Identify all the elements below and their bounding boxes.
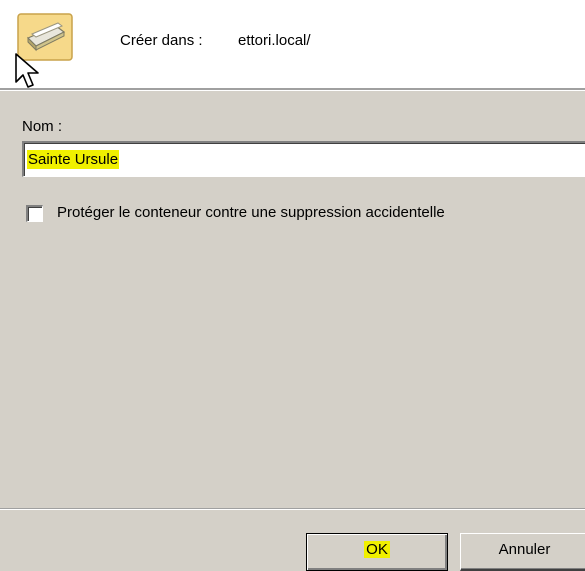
protect-checkbox-label[interactable]: Protéger le conteneur contre une suppres… xyxy=(57,204,445,221)
ok-button-label: OK xyxy=(364,541,390,558)
create-in-label: Créer dans : xyxy=(120,32,203,49)
name-input-value: Sainte Ursule xyxy=(27,150,120,169)
cancel-button[interactable]: Annuler xyxy=(460,533,585,571)
footer-divider xyxy=(0,508,585,510)
create-in-path: ettori.local/ xyxy=(238,32,311,49)
header-divider xyxy=(0,88,585,91)
mouse-cursor-icon xyxy=(15,53,39,88)
dialog-header: Créer dans : ettori.local/ xyxy=(0,0,585,88)
name-input[interactable]: Sainte Ursule xyxy=(22,141,585,177)
protect-checkbox[interactable] xyxy=(26,205,43,222)
ok-button[interactable]: OK xyxy=(306,533,448,571)
name-label: Nom : xyxy=(22,118,63,135)
